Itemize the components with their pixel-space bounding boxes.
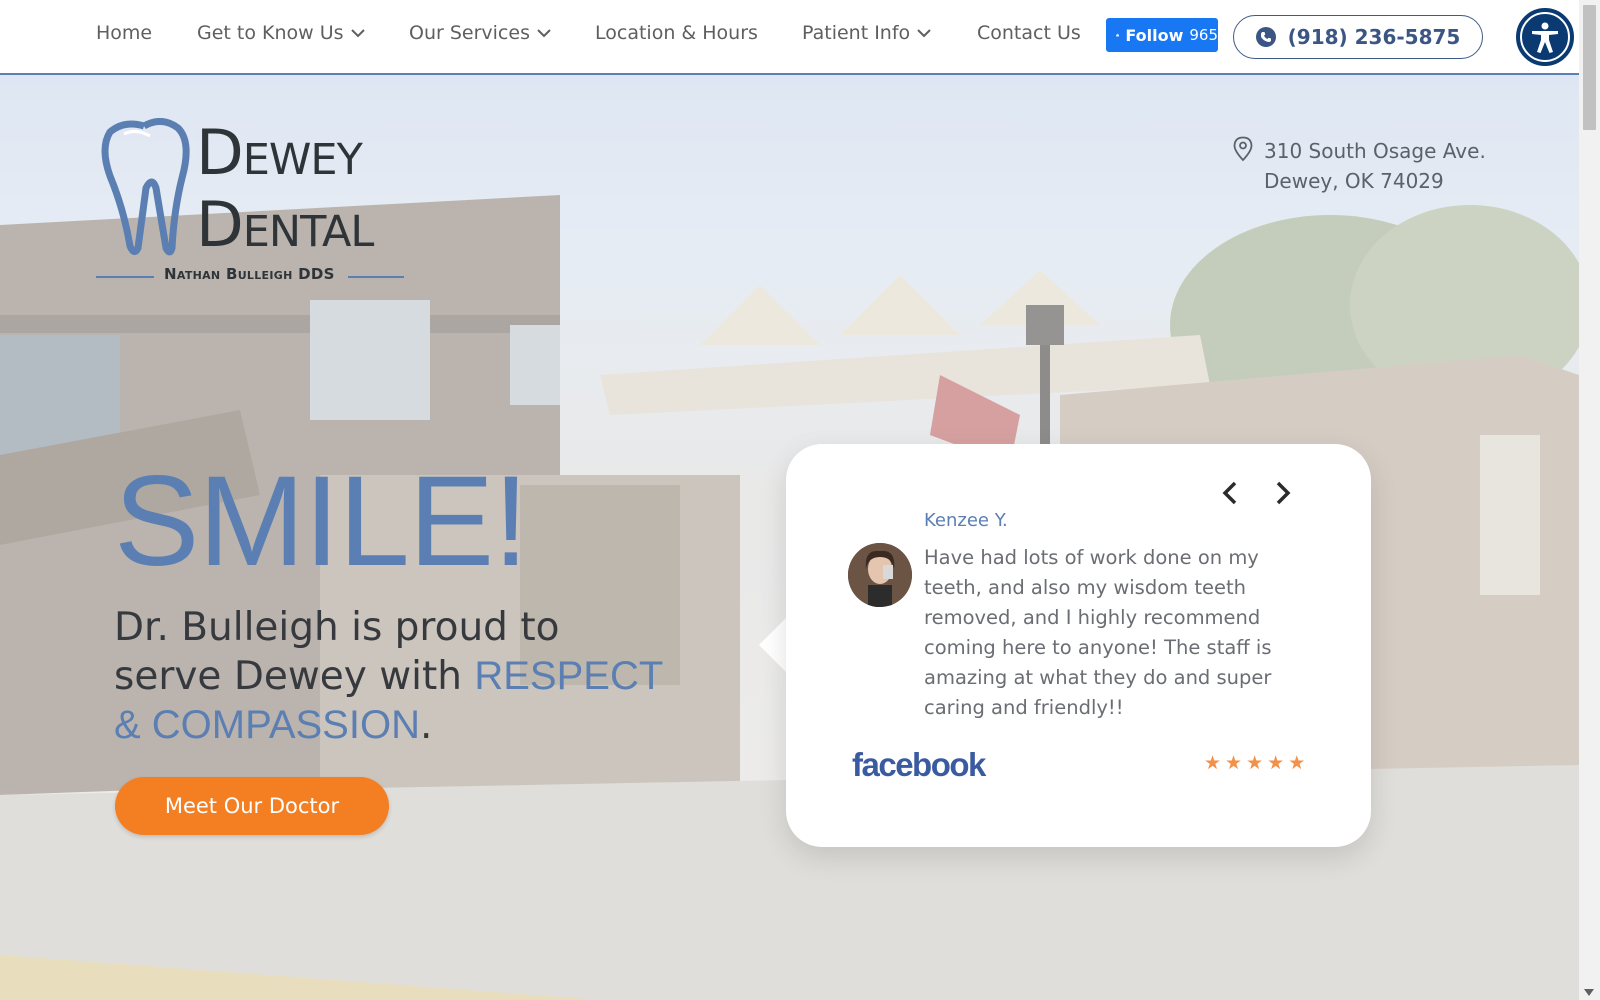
nav-our-services-label: Our Services [409, 22, 530, 44]
accessibility-icon [1532, 22, 1558, 53]
nav-location-hours-label: Location & Hours [595, 22, 758, 44]
chevron-down-icon [350, 29, 365, 38]
chevron-down-icon [537, 29, 551, 38]
nav-contact-us-label: Contact Us [977, 22, 1081, 44]
phone-number: (918) 236-5875 [1287, 25, 1461, 49]
star-icon: ★ [1267, 752, 1285, 774]
review-card-pointer [759, 617, 787, 673]
nav-our-services[interactable]: Our Services [409, 22, 552, 44]
nav-patient-info[interactable]: Patient Info [802, 22, 932, 44]
nav-patient-info-label: Patient Info [802, 22, 911, 44]
review-text: Have had lots of work done on my teeth, … [924, 546, 1272, 719]
dewey-dental-logo[interactable]: Dewey Dental Nathan Bulleigh DDS [96, 116, 416, 288]
address-text: 310 South Osage Ave. Dewey, OK 74029 [1264, 136, 1486, 196]
nav-home-label: Home [96, 22, 153, 44]
thumbs-up-icon [1116, 33, 1120, 37]
facebook-follow-label: Follow [1125, 25, 1184, 45]
logo-word-dewey: Dewey [196, 116, 363, 189]
nav-contact-us[interactable]: Contact Us [977, 22, 1081, 44]
chevron-left-icon[interactable] [1216, 478, 1246, 508]
hero-tagline: Dr. Bulleigh is proud to serve Dewey wit… [114, 604, 674, 750]
tagline-suffix: . [419, 703, 433, 748]
address-line-1: 310 South Osage Ave. [1264, 139, 1486, 163]
top-navigation: Home Get to Know Us Our Services Locatio… [0, 0, 1579, 75]
nav-get-to-know-us-label: Get to Know Us [197, 22, 344, 44]
nav-get-to-know-us[interactable]: Get to Know Us [197, 22, 366, 44]
scrollbar-thumb[interactable] [1583, 5, 1596, 130]
chevron-right-icon[interactable] [1267, 478, 1297, 508]
facebook-logo: facebook [852, 746, 986, 783]
review-card: Kenzee Y. Have had lots of work done on … [786, 444, 1371, 847]
meet-our-doctor-button[interactable]: Meet Our Doctor [115, 777, 389, 835]
hero-headline: SMILE! [114, 450, 529, 593]
reviewer-name: Kenzee Y. [924, 510, 1008, 531]
nav-location-hours[interactable]: Location & Hours [595, 22, 758, 44]
star-icon: ★ [1225, 752, 1243, 774]
tooth-logo-icon [101, 118, 190, 256]
nav-home[interactable]: Home [96, 22, 152, 44]
facebook-follow-button[interactable]: Follow 965 [1106, 18, 1218, 52]
star-icon: ★ [1204, 752, 1222, 774]
scroll-down-arrow-icon[interactable] [1584, 989, 1594, 996]
reviewer-photo [848, 543, 912, 607]
star-icon: ★ [1288, 752, 1306, 774]
address-block[interactable]: 310 South Osage Ave. Dewey, OK 74029 [1232, 136, 1486, 196]
page-scrollbar[interactable] [1579, 0, 1600, 1000]
reviewer-avatar [848, 543, 912, 607]
phone-button[interactable]: (918) 236-5875 [1233, 15, 1483, 59]
accessibility-button[interactable] [1516, 8, 1574, 66]
map-pin-icon [1233, 136, 1253, 162]
star-rating: ★ ★ ★ ★ ★ [1204, 752, 1309, 774]
star-icon: ★ [1246, 752, 1264, 774]
accessibility-ring [1520, 12, 1570, 62]
logo-subtitle: Nathan Bulleigh DDS [164, 265, 335, 283]
phone-icon [1255, 27, 1276, 47]
chevron-down-icon [917, 29, 931, 38]
logo-word-dental: Dental [196, 188, 374, 261]
facebook-follow-count: 965 [1189, 26, 1218, 44]
logo-rule-right [348, 276, 404, 278]
address-line-2: Dewey, OK 74029 [1264, 169, 1444, 193]
logo-rule-left [96, 276, 154, 278]
